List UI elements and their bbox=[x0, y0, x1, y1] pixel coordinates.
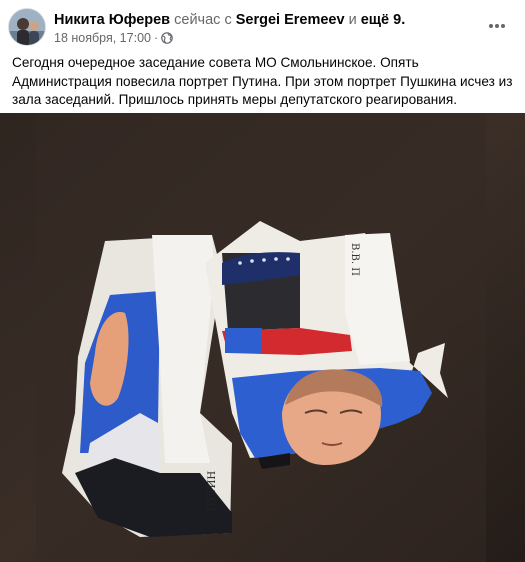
author-line: Никита Юферев сейчас с Sergei Eremeev и … bbox=[54, 11, 405, 29]
more-options-button[interactable] bbox=[483, 12, 511, 40]
more-horizontal-icon bbox=[489, 24, 505, 28]
photo-label-top: В.В. П bbox=[349, 243, 360, 276]
post-header: Никита Юферев сейчас с Sergei Eremeev и … bbox=[8, 8, 517, 48]
post-text: Сегодня очередное заседание совета МО См… bbox=[12, 55, 513, 107]
post-date[interactable]: 18 ноября, 17:00 bbox=[54, 30, 151, 46]
photo-label-bottom: ПУТИН bbox=[207, 471, 218, 511]
and-text: и bbox=[348, 12, 357, 28]
author-name[interactable]: Никита Юферев bbox=[54, 12, 170, 28]
with-text: сейчас с bbox=[174, 12, 232, 28]
facebook-post: Никита Юферев сейчас с Sergei Eremeev и … bbox=[0, 0, 525, 562]
post-photo[interactable]: ПУТИН В.В. П bbox=[0, 113, 525, 562]
meta-separator: · bbox=[153, 31, 159, 45]
avatar[interactable] bbox=[8, 8, 46, 46]
globe-icon[interactable] bbox=[161, 32, 173, 44]
post-meta: 18 ноября, 17:00 · bbox=[54, 30, 173, 46]
others-count[interactable]: ещё 9. bbox=[361, 12, 405, 28]
tagged-person[interactable]: Sergei Eremeev bbox=[236, 12, 345, 28]
